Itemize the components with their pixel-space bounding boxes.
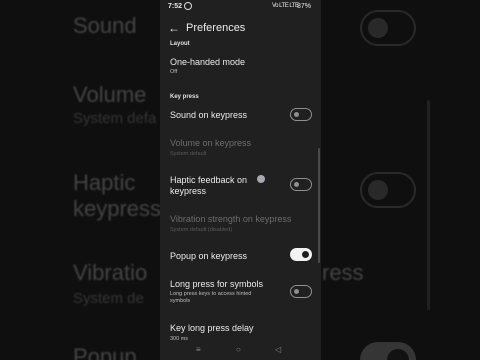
scroll-indicator bbox=[318, 148, 320, 263]
section-header-layout: Layout bbox=[170, 41, 190, 47]
long-press-symbols-title: Long press for symbols bbox=[170, 279, 264, 289]
navigation-bar: ≡ ○ ◁ bbox=[160, 342, 321, 360]
volume-on-keypress-summary: System default bbox=[170, 151, 207, 157]
vibration-strength-summary: System default (disabled) bbox=[170, 227, 233, 233]
home-circle-icon[interactable]: ○ bbox=[236, 345, 241, 354]
notification-icon bbox=[184, 2, 192, 10]
battery-level: 87% bbox=[297, 3, 312, 10]
vibration-strength-title: Vibration strength on keypress bbox=[170, 214, 292, 224]
one-handed-mode-title: One-handed mode bbox=[170, 57, 246, 67]
one-handed-mode-summary: Off bbox=[170, 69, 178, 75]
app-bar: ← Preferences bbox=[160, 16, 321, 42]
haptic-feedback-title-line1: Haptic feedback on bbox=[170, 175, 248, 185]
haptic-feedback-toggle[interactable] bbox=[290, 178, 312, 191]
status-bar: 7:52 Vo LTE LTE 87% bbox=[160, 0, 321, 14]
popup-on-keypress-toggle[interactable] bbox=[290, 248, 312, 261]
popup-on-keypress-title: Popup on keypress bbox=[170, 251, 248, 261]
long-press-symbols-summary-line1: Long press keys to access hinted bbox=[170, 291, 252, 297]
phone-screen: 7:52 Vo LTE LTE 87% ← Preferences Layout… bbox=[160, 0, 321, 360]
long-press-symbols-toggle[interactable] bbox=[290, 285, 312, 298]
long-press-symbols-summary-line2: symbols bbox=[170, 298, 191, 304]
key-long-press-delay-title: Key long press delay bbox=[170, 323, 254, 333]
back-arrow-icon[interactable]: ← bbox=[168, 21, 180, 35]
sound-on-keypress-title: Sound on keypress bbox=[170, 110, 248, 120]
recents-menu-icon[interactable]: ≡ bbox=[196, 345, 201, 354]
touch-indicator-icon bbox=[257, 175, 265, 183]
volume-on-keypress-title: Volume on keypress bbox=[170, 138, 252, 148]
back-triangle-icon[interactable]: ◁ bbox=[275, 345, 281, 354]
status-time: 7:52 bbox=[168, 3, 183, 10]
sound-on-keypress-toggle[interactable] bbox=[290, 108, 312, 121]
page-title: Preferences bbox=[186, 22, 246, 34]
signal-icon: Vo LTE LTE bbox=[272, 3, 299, 9]
haptic-feedback-title-line2: keypress bbox=[170, 186, 207, 196]
section-header-key-press: Key press bbox=[170, 94, 199, 100]
